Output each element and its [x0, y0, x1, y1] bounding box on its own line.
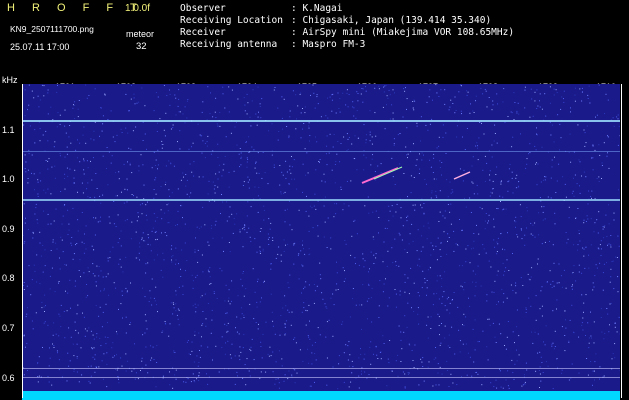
receiver-value: : AirSpy mini (Miakejima VOR 108.65MHz)	[291, 27, 515, 38]
receiver-label: Receiver	[180, 27, 226, 38]
y-tick-label: 0.9	[2, 224, 15, 234]
y-tick-label: 0.7	[2, 323, 15, 333]
observer-value: : K.Nagai	[291, 3, 343, 14]
app-brand: H R O F F T	[7, 2, 144, 14]
antenna-label: Receiving antenna	[180, 39, 278, 50]
event-count: 32	[136, 41, 147, 52]
y-tick-label: 0.6	[2, 373, 15, 383]
y-tick-label: 0.8	[2, 273, 15, 283]
observer-label: Observer	[180, 3, 226, 14]
y-tick-label: 1.1	[2, 125, 15, 135]
y-unit-label: kHz	[2, 75, 18, 85]
file-name: KN9_2507111700.png	[10, 24, 94, 34]
location-value: : Chigasaki, Japan (139.414 35.340)	[291, 15, 492, 26]
location-label: Receiving Location	[180, 15, 283, 26]
mode-label: meteor	[126, 29, 155, 39]
plot-frame	[22, 84, 622, 398]
antenna-value: : Maspro FM-3	[291, 39, 366, 50]
header-panel: H R O F F T 1.0.0f KN9_2507111700.png me…	[0, 0, 629, 74]
app-version: 1.0.0f	[125, 3, 151, 14]
y-tick-label: 1.0	[2, 174, 15, 184]
timestamp: 25.07.11 17:00	[10, 42, 70, 52]
